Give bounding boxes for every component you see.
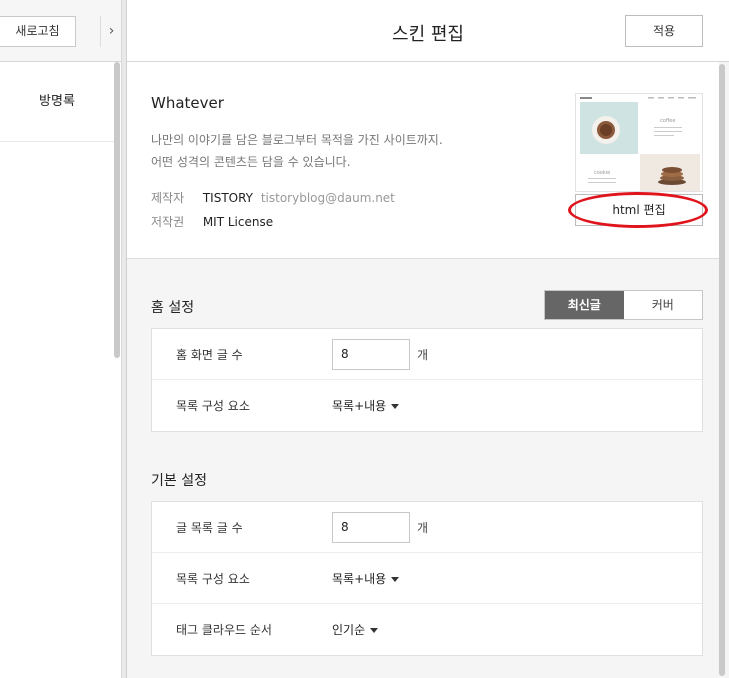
home-list-dropdown[interactable]: 목록+내용 — [332, 397, 400, 414]
author-email: tistoryblog@daum.net — [260, 191, 395, 205]
basic-settings-card: 글 목록 글 수 8 개 목록 구성 요소 목록+내용 태그 클라우드 순서 인… — [151, 501, 703, 656]
author-name: TISTORY — [202, 191, 253, 205]
tag-order-dropdown[interactable]: 인기순 — [332, 621, 379, 638]
home-posts-row: 홈 화면 글 수 8 개 — [152, 329, 702, 380]
skin-description-line2: 어떤 성격의 콘텐츠든 담을 수 있습니다. — [151, 155, 351, 169]
basic-list-value: 목록+내용 — [332, 572, 387, 586]
collapse-panel-icon[interactable]: › — [100, 16, 122, 47]
author-row: 제작자 TISTORY tistoryblog@daum.net — [151, 189, 395, 206]
caret-down-icon — [391, 577, 400, 582]
skin-description: 나만의 이야기를 담은 블로그부터 목적을 가진 사이트까지. 어떤 성격의 콘… — [151, 129, 443, 173]
basic-posts-input[interactable]: 8 — [332, 512, 410, 543]
home-list-value: 목록+내용 — [332, 399, 387, 413]
license-row: 저작권 MIT License — [151, 213, 273, 230]
basic-list-dropdown[interactable]: 목록+내용 — [332, 570, 400, 587]
home-mode-cover[interactable]: 커버 — [624, 291, 703, 319]
license-key: 저작권 — [151, 215, 185, 229]
skin-editor: 새로고침 › 방명록 스킨 편집 적용 Whatever 나만의 이야기를 담은… — [0, 0, 729, 678]
skin-description-line1: 나만의 이야기를 담은 블로그부터 목적을 가진 사이트까지. — [151, 133, 443, 147]
refresh-button[interactable]: 새로고침 — [0, 16, 76, 47]
home-list-label: 목록 구성 요소 — [176, 399, 250, 413]
skin-thumbnail-image: coffee cookie — [576, 94, 702, 191]
right-panel: 스킨 편집 적용 Whatever 나만의 이야기를 담은 블로그부터 목적을 … — [127, 0, 729, 678]
apply-button[interactable]: 적용 — [625, 15, 703, 47]
home-mode-latest[interactable]: 최신글 — [545, 291, 624, 319]
thumb-coffee-label: coffee — [660, 118, 675, 124]
left-nav-item-guestbook[interactable]: 방명록 — [0, 62, 114, 142]
home-posts-label: 홈 화면 글 수 — [176, 348, 243, 362]
highlight-oval — [568, 192, 708, 228]
left-panel: 새로고침 › 방명록 — [0, 0, 122, 678]
license-value: MIT License — [202, 215, 274, 229]
caret-down-icon — [391, 404, 400, 409]
basic-posts-unit: 개 — [417, 521, 429, 535]
skin-name: Whatever — [151, 94, 224, 112]
basic-list-row: 목록 구성 요소 목록+내용 — [152, 553, 702, 604]
skin-thumbnail: coffee cookie — [575, 93, 703, 192]
right-scrollbar-thumb[interactable] — [719, 64, 725, 676]
basic-posts-label: 글 목록 글 수 — [176, 521, 243, 535]
home-posts-input[interactable]: 8 — [332, 339, 410, 370]
basic-list-label: 목록 구성 요소 — [176, 572, 250, 586]
thumb-cookie-label: cookie — [594, 170, 610, 176]
basic-settings-title: 기본 설정 — [151, 473, 207, 489]
right-scrollbar[interactable] — [719, 62, 725, 678]
home-list-row: 목록 구성 요소 목록+내용 — [152, 380, 702, 431]
home-posts-unit: 개 — [417, 348, 429, 362]
home-settings-title: 홈 설정 — [151, 300, 195, 316]
tag-order-label: 태그 클라우드 순서 — [176, 623, 272, 637]
home-mode-toggle: 최신글 커버 — [544, 290, 703, 320]
basic-posts-row: 글 목록 글 수 8 개 — [152, 502, 702, 553]
caret-down-icon — [370, 628, 379, 633]
author-key: 제작자 — [151, 191, 185, 205]
tag-order-value: 인기순 — [332, 623, 366, 637]
left-scrollbar[interactable] — [114, 62, 120, 358]
home-settings-card: 홈 화면 글 수 8 개 목록 구성 요소 목록+내용 — [151, 328, 703, 432]
skin-info: Whatever 나만의 이야기를 담은 블로그부터 목적을 가진 사이트까지.… — [127, 62, 719, 259]
editor-header: 스킨 편집 적용 — [127, 0, 729, 62]
left-toolbar: 새로고침 › — [0, 0, 121, 62]
tag-order-row: 태그 클라우드 순서 인기순 — [152, 604, 702, 655]
